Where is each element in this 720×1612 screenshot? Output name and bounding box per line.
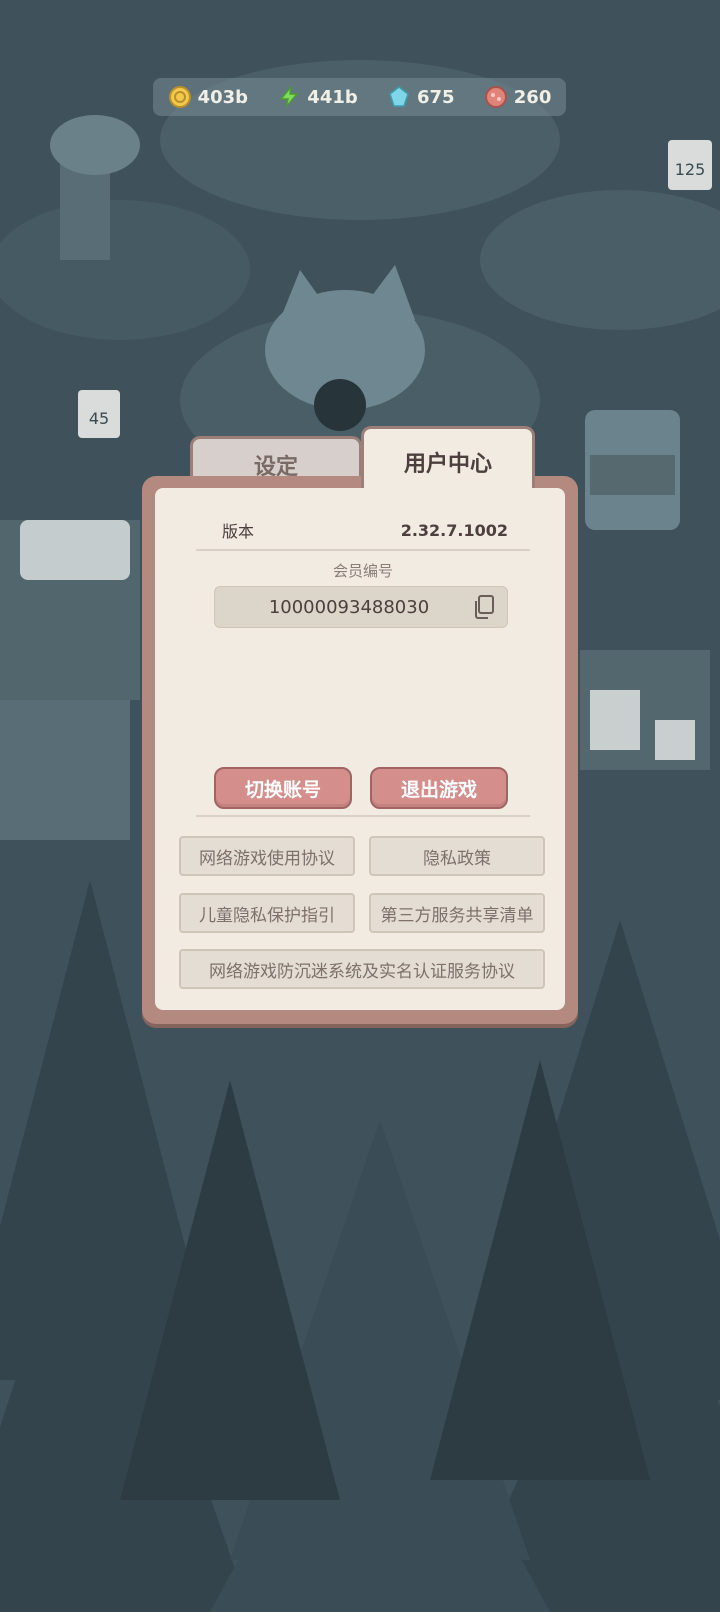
red-bead-icon [484,85,508,109]
child-privacy-button[interactable]: 儿童隐私保护指引 [179,893,355,933]
divider [196,815,530,817]
energy-bolt-icon [277,85,301,109]
anti-addiction-agreement-button[interactable]: 网络游戏防沉迷系统及实名认证服务协议 [179,949,545,989]
resource-bead[interactable]: 260 [484,85,552,109]
gold-coin-icon [168,85,192,109]
resource-gem-value: 675 [416,86,455,108]
blue-gem-icon [387,85,411,109]
sign-125: 125 [675,160,706,179]
version-label: 版本 [222,522,255,541]
resource-gem[interactable]: 675 [387,85,455,109]
resource-energy[interactable]: 441b [277,85,358,109]
third-party-list-button[interactable]: 第三方服务共享清单 [369,893,545,933]
version-value: 2.32.7.1002 [400,520,508,540]
exit-game-button[interactable]: 退出游戏 [370,767,508,809]
member-id-label: 会员编号 [332,562,393,580]
privacy-policy-button[interactable]: 隐私政策 [369,836,545,876]
member-id-value: 10000093488030 [268,596,430,618]
copy-icon[interactable] [473,595,495,623]
member-id-field: 10000093488030 [214,586,508,628]
terms-of-use-button[interactable]: 网络游戏使用协议 [179,836,355,876]
resource-gold[interactable]: 403b [168,85,248,109]
tab-user-center[interactable]: 用户中心 [361,426,535,495]
switch-account-button[interactable]: 切换账号 [214,767,352,809]
resource-bead-value: 260 [513,86,552,108]
version-row: 版本 2.32.7.1002 [196,515,532,545]
resource-gold-value: 403b [197,86,249,108]
sign-45: 45 [89,409,109,428]
resource-energy-value: 441b [307,86,358,108]
divider [196,549,530,551]
resource-bar: 403b 441b 675 260 [153,78,566,116]
